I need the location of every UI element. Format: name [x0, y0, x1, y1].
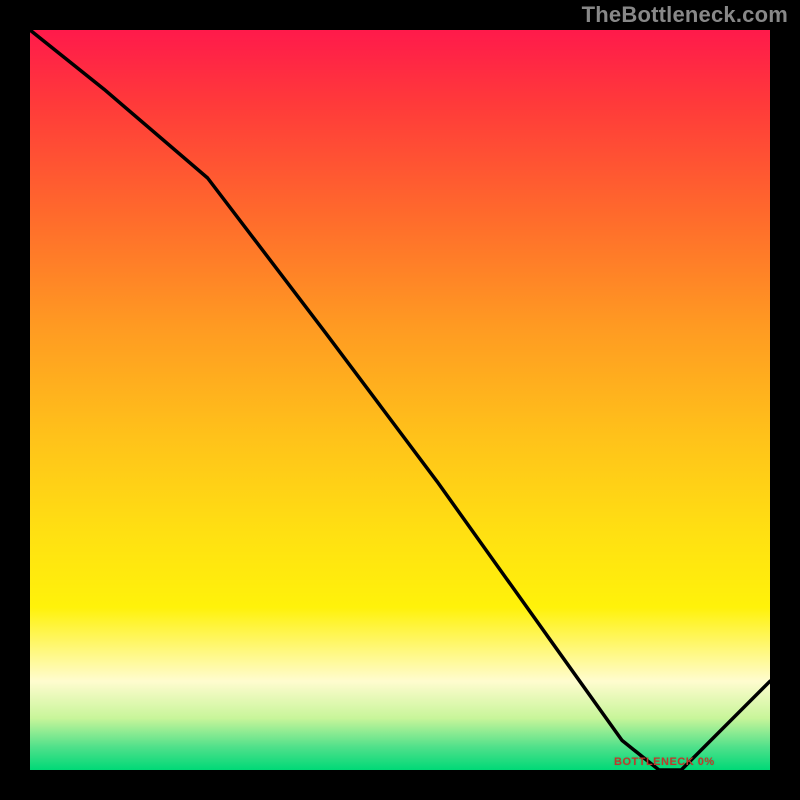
bottleneck-min-label: BOTTLENECK 0% — [614, 756, 715, 768]
chart-container: TheBottleneck.com BOTTLENECK 0% — [0, 0, 800, 800]
watermark-text: TheBottleneck.com — [582, 2, 788, 28]
bottleneck-curve-svg — [30, 30, 770, 770]
bottleneck-curve-path — [30, 30, 770, 770]
plot-area: BOTTLENECK 0% — [30, 30, 770, 770]
